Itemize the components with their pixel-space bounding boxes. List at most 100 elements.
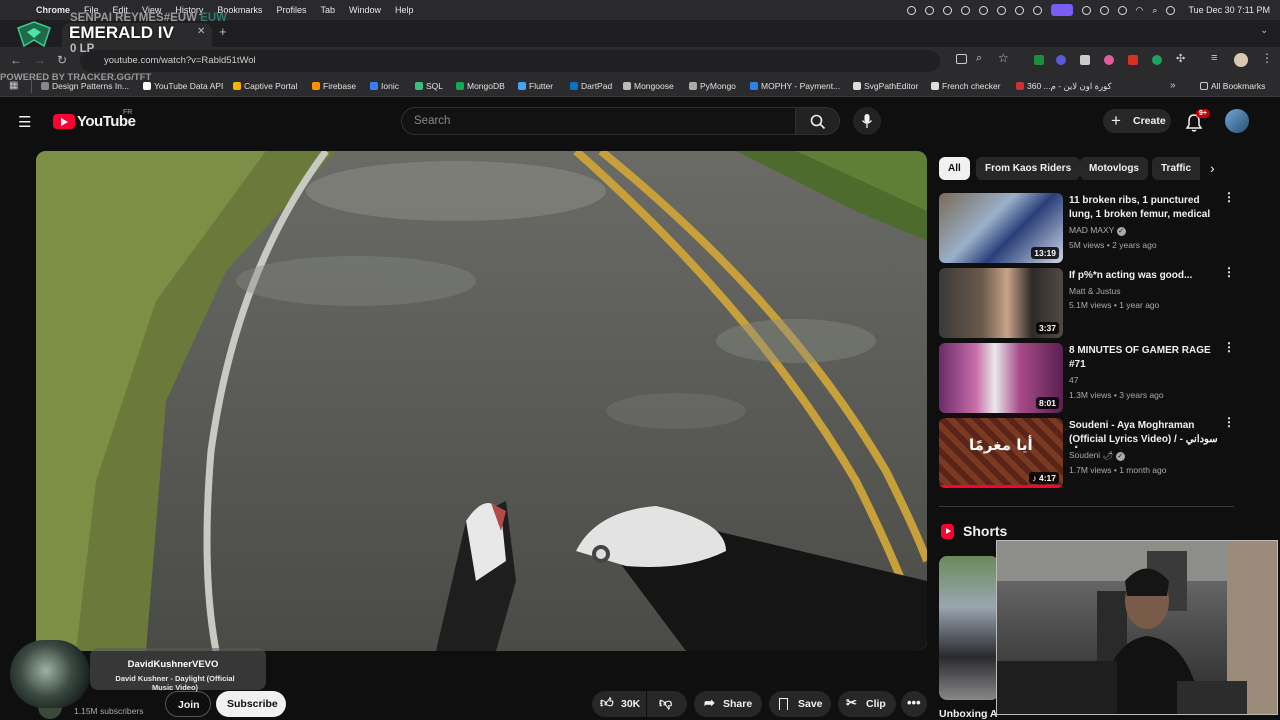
bookmark-favicon-icon	[456, 82, 464, 90]
clip-button[interactable]: ✂ Clip	[838, 691, 896, 717]
play-triangle-icon	[61, 118, 68, 126]
bookmark-item[interactable]: French checker	[931, 81, 1001, 91]
bookmark-item[interactable]: Firebase	[312, 81, 356, 91]
status-icon[interactable]	[942, 5, 952, 15]
bookmark-item[interactable]: SvgPathEditor	[853, 81, 918, 91]
thumbs-up-icon: 👍︎	[600, 695, 614, 710]
extensions-puzzle-icon[interactable]: ✣	[1176, 52, 1185, 65]
recommended-video[interactable]: 3:37 If p%*n acting was good... Matt & J…	[939, 266, 1235, 338]
channel-name[interactable]: MAD MAXY ✓	[1069, 225, 1126, 236]
account-avatar[interactable]	[1225, 109, 1249, 133]
video-thumbnail[interactable]: 8:01	[939, 343, 1063, 413]
short-title[interactable]: Unboxing A	[939, 708, 999, 720]
status-icon[interactable]	[978, 5, 988, 15]
video-title[interactable]: 11 broken ribs, 1 punctured lung, 1 brok…	[1069, 194, 1219, 223]
video-thumbnail[interactable]: أيا مغرمًا ♪ 4:17	[939, 418, 1063, 488]
wifi-icon[interactable]: ◠	[1136, 5, 1144, 16]
short-thumbnail[interactable]	[939, 556, 999, 700]
more-actions-icon[interactable]: ⋮	[1223, 191, 1235, 209]
menu-profiles[interactable]: Profiles	[276, 5, 306, 15]
clock[interactable]: Tue Dec 30 7:11 PM	[1188, 5, 1270, 15]
chip-from-kaos-riders[interactable]: From Kaos Riders	[976, 157, 1081, 180]
extension-icon[interactable]	[1128, 55, 1138, 65]
tab-list-icon[interactable]: ⌄	[1260, 25, 1268, 36]
rank-emblem-icon	[14, 20, 54, 48]
create-button[interactable]: + Create	[1103, 109, 1171, 133]
share-button[interactable]: ➦ Share	[694, 691, 762, 717]
notifications-button[interactable]: 9+	[1184, 109, 1210, 133]
bookmark-item[interactable]: SQL	[415, 81, 443, 91]
bookmark-item[interactable]: كورة اون لاين - م... 360	[1016, 81, 1112, 92]
menu-help[interactable]: Help	[395, 5, 414, 15]
status-icon[interactable]	[1032, 5, 1042, 15]
search-input[interactable]: Search	[401, 107, 796, 135]
dislike-button[interactable]: 👎︎	[647, 691, 687, 717]
extension-icon[interactable]	[1152, 55, 1162, 65]
chip-motovlogs[interactable]: Motovlogs	[1080, 157, 1148, 180]
status-icon[interactable]	[996, 5, 1006, 15]
save-button[interactable]: Save	[769, 691, 831, 717]
search-button[interactable]	[796, 107, 840, 135]
channel-name[interactable]: Matt & Justus	[1069, 286, 1121, 296]
bookmark-item[interactable]: PyMongo	[689, 81, 736, 91]
bookmark-item[interactable]: Flutter	[518, 81, 553, 91]
recommended-video[interactable]: 13:19 11 broken ribs, 1 punctured lung, …	[939, 191, 1235, 263]
recommended-video[interactable]: أيا مغرمًا ♪ 4:17 Soudeni - Aya Moghrama…	[939, 416, 1235, 488]
voice-search-button[interactable]	[853, 107, 881, 135]
status-icon[interactable]	[960, 5, 970, 15]
spotlight-icon[interactable]: ⌕	[1152, 5, 1157, 16]
status-icon[interactable]	[924, 5, 934, 15]
menu-window[interactable]: Window	[349, 5, 381, 15]
video-meta: 1.3M views • 3 years ago	[1069, 390, 1164, 400]
control-center-icon[interactable]	[1166, 5, 1176, 15]
bookmark-item[interactable]: Ionic	[370, 81, 399, 91]
profile-avatar[interactable]	[1234, 53, 1248, 67]
zoom-icon[interactable]: ⌕	[976, 52, 982, 65]
bookmark-item[interactable]: DartPad	[570, 81, 612, 91]
like-button[interactable]: 👍︎ 30K	[592, 691, 646, 717]
status-icon[interactable]	[1081, 5, 1091, 15]
bookmark-item[interactable]: MOPHY - Payment...	[750, 81, 840, 91]
album-art[interactable]	[10, 640, 90, 708]
more-actions-button[interactable]: •••	[901, 691, 927, 717]
video-title[interactable]: If p%*n acting was good...	[1069, 269, 1219, 283]
status-icon[interactable]	[1014, 5, 1024, 15]
video-player[interactable]	[36, 151, 927, 651]
more-bookmarks-icon[interactable]: »	[1170, 80, 1176, 91]
install-app-icon[interactable]	[956, 54, 967, 64]
all-bookmarks[interactable]: All Bookmarks	[1200, 81, 1265, 91]
status-icon[interactable]	[906, 5, 916, 15]
bookmark-star-icon[interactable]: ☆	[998, 51, 1009, 65]
more-actions-icon[interactable]: ⋮	[1223, 416, 1235, 434]
recommended-video[interactable]: 8:01 8 MINUTES OF GAMER RAGE #71 47 1.3M…	[939, 341, 1235, 413]
extension-icon[interactable]	[1080, 55, 1090, 65]
bookmark-item[interactable]: Mongoose	[623, 81, 674, 91]
hamburger-menu-icon[interactable]: ☰	[18, 113, 31, 131]
chrome-menu-icon[interactable]: ⋮	[1261, 51, 1273, 65]
section-divider	[939, 506, 1234, 507]
channel-name[interactable]: 47	[1069, 375, 1078, 385]
watch-progress-bar	[939, 485, 1063, 488]
extension-icon[interactable]	[1104, 55, 1114, 65]
more-actions-icon[interactable]: ⋮	[1223, 266, 1235, 284]
video-title[interactable]: 8 MINUTES OF GAMER RAGE #71	[1069, 344, 1219, 372]
chips-next-icon[interactable]: ›	[1210, 160, 1215, 176]
extension-icon[interactable]	[1056, 55, 1066, 65]
screen-record-icon[interactable]	[1050, 4, 1073, 16]
chip-all[interactable]: All	[939, 157, 970, 180]
save-label: Save	[798, 698, 823, 710]
chip-traffic[interactable]: Traffic	[1152, 157, 1200, 180]
video-thumbnail[interactable]: 3:37	[939, 268, 1063, 338]
video-title[interactable]: Soudeni - Aya Moghraman (Official Lyrics…	[1069, 419, 1219, 448]
bookmark-favicon-icon	[415, 82, 423, 90]
youtube-logo[interactable]: YouTube FR	[53, 109, 136, 132]
status-icon[interactable]	[1117, 5, 1127, 15]
status-icon[interactable]	[1099, 5, 1109, 15]
menu-tab[interactable]: Tab	[320, 5, 335, 15]
channel-name[interactable]: Soudeni 🌶 ✓	[1069, 450, 1125, 461]
extension-icon[interactable]	[1034, 55, 1044, 65]
video-thumbnail[interactable]: 13:19	[939, 193, 1063, 263]
bookmark-item[interactable]: MongoDB	[456, 81, 505, 91]
more-actions-icon[interactable]: ⋮	[1223, 341, 1235, 359]
reading-list-icon[interactable]: ≡	[1211, 52, 1217, 64]
